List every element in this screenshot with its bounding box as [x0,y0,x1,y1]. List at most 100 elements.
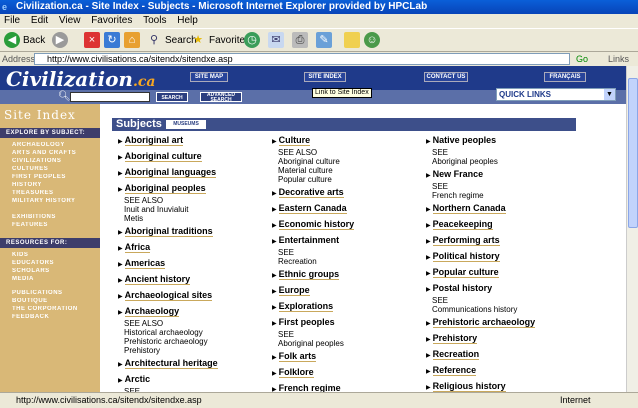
subject-link[interactable]: Europe [278,285,310,296]
nav-site-map[interactable]: SITE MAP [190,72,228,82]
stop-button[interactable]: × [84,32,103,50]
nav-site-index[interactable]: SITE INDEX [304,72,346,82]
subject-link[interactable]: Northern Canada [432,203,506,214]
sidebar-item-first-peoples[interactable]: FIRST PEOPLES [12,174,94,181]
sidebar-item-cultures[interactable]: CULTURES [12,166,94,173]
sidebar-item-publications[interactable]: PUBLICATIONS [12,290,94,297]
sidebar-item-boutique[interactable]: BOUTIQUE [12,298,94,305]
subject-link[interactable]: Prehistory [432,333,478,344]
subject-see-also[interactable]: Material culture [272,166,340,175]
site-search-input[interactable] [70,92,150,102]
home-button[interactable]: ⌂ [124,32,143,50]
subject-link[interactable]: Ancient history [124,274,191,285]
subject-link[interactable]: Eastern Canada [278,203,347,214]
sidebar-item-military-history[interactable]: MILITARY HISTORY [12,198,94,205]
subject-see-also[interactable]: Aboriginal peoples [272,339,344,348]
menu-view[interactable]: View [55,14,85,28]
subject-link[interactable]: Folk arts [278,351,317,362]
subject-link[interactable]: Americas [124,258,166,269]
subject-link[interactable]: Archaeology [124,306,180,317]
subject-link[interactable]: Prehistoric archaeology [432,317,536,328]
subject-link[interactable]: Recreation [432,349,480,360]
nav-francais[interactable]: FRANÇAIS [544,72,586,82]
subject-see-also[interactable]: Inuit and Inuvialuit [118,205,206,214]
subject-see-also[interactable]: Aboriginal peoples [426,157,498,166]
forward-button[interactable]: ▶ [52,32,71,50]
sidebar-item-arts-and-crafts[interactable]: ARTS AND CRAFTS [12,150,94,157]
sidebar-item-kids[interactable]: KIDS [12,252,94,259]
discuss-button[interactable] [344,32,363,50]
subject-see-also[interactable]: Aboriginal culture [272,157,340,166]
subject-entry: ▶ Aboriginal culture [118,151,202,164]
museums-button[interactable]: MUSEUMS [166,120,206,129]
subject-see-also[interactable]: Recreation [272,257,339,266]
address-input[interactable]: http://www.civilisations.ca/sitendx/site… [34,53,570,65]
back-button[interactable]: ◀ Back [4,32,45,50]
subject-see-also[interactable]: Prehistory [118,346,208,355]
subject-link[interactable]: Explorations [278,301,334,312]
subject-link[interactable]: Aboriginal art [124,135,184,146]
subject-link[interactable]: Culture [278,135,311,146]
mail-button[interactable]: ✉ [268,32,287,50]
sidebar-item-the-corporation[interactable]: THE CORPORATION [12,306,94,313]
subject-link[interactable]: Aboriginal traditions [124,226,213,237]
site-logo[interactable]: Civilization.ca [6,67,155,91]
sidebar-item-scholars[interactable]: SCHOLARS [12,268,94,275]
sidebar-item-treasures[interactable]: TREASURES [12,190,94,197]
nav-contact-us[interactable]: CONTACT US [424,72,468,82]
edit-button[interactable]: ✎ [316,32,335,50]
subject-link[interactable]: Reference [432,365,477,376]
subject-see-also[interactable]: French regime [426,191,484,200]
sidebar-item-feedback[interactable]: FEEDBACK [12,314,94,321]
subject-link[interactable]: Religious history [432,381,506,392]
chevron-down-icon: ▼ [604,89,615,100]
subject-link[interactable]: French regime [278,383,341,392]
subject-link[interactable]: Africa [124,242,151,253]
scrollbar-thumb[interactable] [628,78,638,228]
subject-see-also[interactable]: Popular culture [272,175,340,184]
arrow-icon: ▶ [118,310,123,316]
subject-see-also[interactable]: Metis [118,214,206,223]
subject-see-also[interactable]: Communications history [426,305,517,314]
menu-help[interactable]: Help [173,14,202,28]
subject-link[interactable]: Ethnic groups [278,269,340,280]
sidebar-item-civilizations[interactable]: CIVILIZATIONS [12,158,94,165]
advanced-search-button[interactable]: ADVANCED SEARCH [200,92,242,103]
menu-tools[interactable]: Tools [139,14,170,28]
subject-see-also[interactable]: Prehistoric archaeology [118,337,208,346]
subject-link[interactable]: Performing arts [432,235,500,246]
subject-link[interactable]: Folklore [278,367,314,378]
history-button[interactable]: ◷ [244,32,263,50]
subject-link[interactable]: Peacekeeping [432,219,493,230]
messenger-button[interactable]: ☺ [364,32,383,50]
sidebar-item-features[interactable]: FEATURES [12,222,94,229]
sidebar-item-history[interactable]: HISTORY [12,182,94,189]
subject-link[interactable]: Aboriginal languages [124,167,217,178]
sidebar-item-archaeology[interactable]: ARCHAEOLOGY [12,142,94,149]
menu-edit[interactable]: Edit [27,14,52,28]
subject-link[interactable]: Decorative arts [278,187,344,198]
subject-entry: ▶ Ancient history [118,274,191,287]
quick-links-select[interactable]: QUICK LINKS ▼ [496,88,616,101]
subject-link[interactable]: Archaeological sites [124,290,213,301]
site-search-button[interactable]: SEARCH [156,92,188,102]
subject-link[interactable]: Architectural heritage [124,358,218,369]
arrow-icon: ▶ [118,171,123,177]
subject-link[interactable]: Aboriginal culture [124,151,202,162]
refresh-button[interactable]: ↻ [104,32,123,50]
subject-see-also[interactable]: Historical archaeology [118,328,208,337]
subject-link[interactable]: Aboriginal peoples [124,183,206,194]
sidebar-item-educators[interactable]: EDUCATORS [12,260,94,267]
vertical-scrollbar[interactable] [626,66,638,392]
subject-link[interactable]: Popular culture [432,267,499,278]
subject-link[interactable]: Economic history [278,219,355,230]
go-button[interactable]: Go [576,52,588,66]
favorites-button[interactable]: ★ Favorites [190,32,250,50]
links-button[interactable]: Links [608,52,629,66]
menu-file[interactable]: File [0,14,24,28]
subject-link[interactable]: Political history [432,251,500,262]
sidebar-item-media[interactable]: MEDIA [12,276,94,283]
sidebar-item-exhibitions[interactable]: EXHIBITIONS [12,214,94,221]
menu-favorites[interactable]: Favorites [87,14,136,28]
print-button[interactable]: ⎙ [292,32,311,50]
